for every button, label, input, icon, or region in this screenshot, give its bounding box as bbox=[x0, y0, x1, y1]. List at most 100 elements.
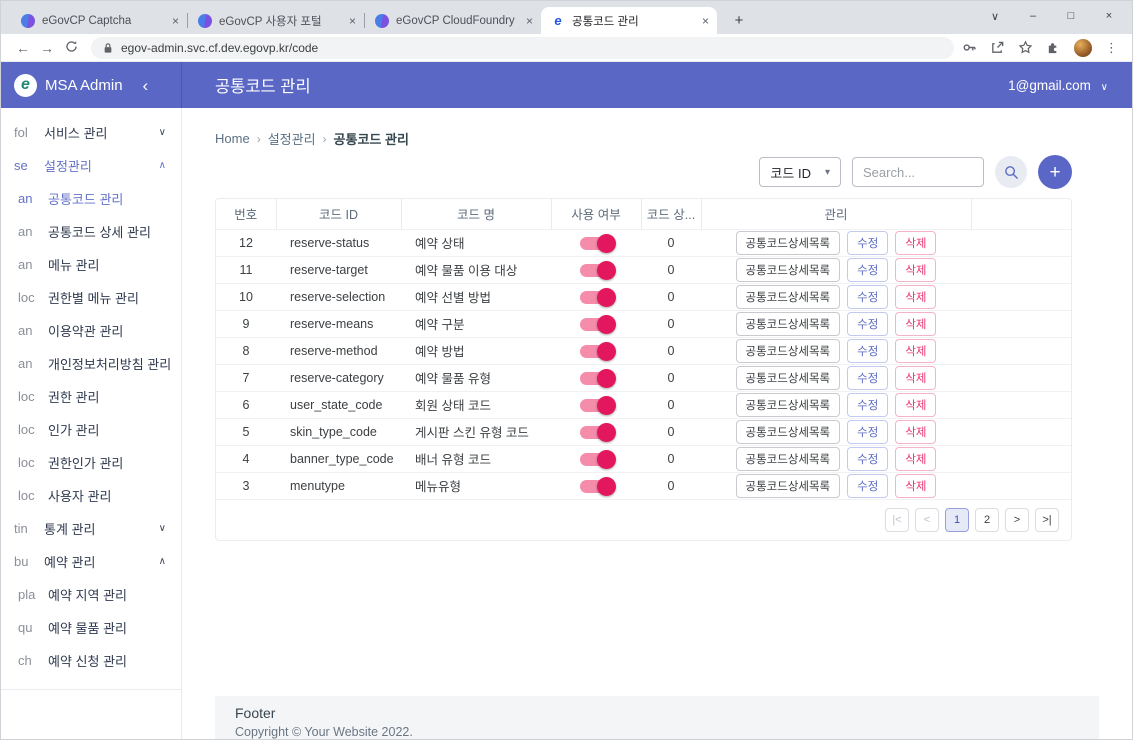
delete-button[interactable]: 삭제 bbox=[895, 366, 936, 390]
close-button[interactable]: × bbox=[1090, 10, 1128, 22]
sidebar-item-권한인가 관리[interactable]: loc권한인가 관리 bbox=[1, 446, 181, 479]
edit-button[interactable]: 수정 bbox=[847, 420, 888, 444]
cell-detail-count: 0 bbox=[641, 391, 701, 418]
use-toggle[interactable] bbox=[580, 372, 612, 385]
detail-list-button[interactable]: 공통코드상세목록 bbox=[736, 474, 841, 498]
page-2-button[interactable]: 2 bbox=[975, 508, 999, 532]
edit-button[interactable]: 수정 bbox=[847, 339, 888, 363]
detail-list-button[interactable]: 공통코드상세목록 bbox=[736, 231, 841, 255]
new-tab-button[interactable]: + bbox=[727, 12, 751, 29]
sidebar-item-통계 관리[interactable]: tin통계 관리∨ bbox=[1, 512, 181, 545]
sidebar-item-개인정보처리방침 관리[interactable]: an개인정보처리방침 관리 bbox=[1, 347, 181, 380]
use-toggle[interactable] bbox=[580, 318, 612, 331]
last-page-button[interactable]: >| bbox=[1035, 508, 1059, 532]
use-toggle[interactable] bbox=[580, 264, 612, 277]
breadcrumb-settings[interactable]: 설정관리 bbox=[268, 129, 316, 148]
sidebar-item-예약 물품 관리[interactable]: qu예약 물품 관리 bbox=[1, 611, 181, 644]
cell-code-name: 예약 물품 유형 bbox=[401, 364, 551, 391]
tab-close-icon[interactable]: × bbox=[702, 14, 709, 28]
use-toggle[interactable] bbox=[580, 291, 612, 304]
detail-list-button[interactable]: 공통코드상세목록 bbox=[736, 312, 841, 336]
user-menu[interactable]: 1@gmail.com ∨ bbox=[1008, 78, 1108, 93]
tab-close-icon[interactable]: × bbox=[349, 14, 356, 28]
edit-button[interactable]: 수정 bbox=[847, 393, 888, 417]
add-code-button[interactable]: + bbox=[1038, 155, 1072, 189]
code-table-card: 번호코드 ID코드 명사용 여부코드 상...관리 12reserve-stat… bbox=[215, 198, 1072, 541]
delete-button[interactable]: 삭제 bbox=[895, 339, 936, 363]
page-1-button[interactable]: 1 bbox=[945, 508, 969, 532]
sidebar-item-인가 관리[interactable]: loc인가 관리 bbox=[1, 413, 181, 446]
detail-list-button[interactable]: 공통코드상세목록 bbox=[736, 339, 841, 363]
delete-button[interactable]: 삭제 bbox=[895, 258, 936, 282]
detail-list-button[interactable]: 공통코드상세목록 bbox=[736, 258, 841, 282]
forward-icon[interactable]: → bbox=[35, 40, 59, 56]
edit-button[interactable]: 수정 bbox=[847, 312, 888, 336]
sidebar-item-이용약관 관리[interactable]: an이용약관 관리 bbox=[1, 314, 181, 347]
cell-code-name: 배너 유형 코드 bbox=[401, 445, 551, 472]
sidebar-item-권한 관리[interactable]: loc권한 관리 bbox=[1, 380, 181, 413]
cell-empty bbox=[971, 364, 1071, 391]
edit-button[interactable]: 수정 bbox=[847, 258, 888, 282]
address-pill[interactable]: egov-admin.svc.cf.dev.egovp.kr/code bbox=[91, 37, 954, 59]
delete-button[interactable]: 삭제 bbox=[895, 285, 936, 309]
use-toggle[interactable] bbox=[580, 399, 612, 412]
edit-button[interactable]: 수정 bbox=[847, 447, 888, 471]
profile-avatar[interactable] bbox=[1074, 39, 1092, 57]
sidebar-item-icon: fol bbox=[14, 125, 36, 140]
detail-list-button[interactable]: 공통코드상세목록 bbox=[736, 447, 841, 471]
sidebar-item-권한별 메뉴 관리[interactable]: loc권한별 메뉴 관리 bbox=[1, 281, 181, 314]
sidebar-item-메뉴 관리[interactable]: an메뉴 관리 bbox=[1, 248, 181, 281]
detail-list-button[interactable]: 공통코드상세목록 bbox=[736, 420, 841, 444]
use-toggle[interactable] bbox=[580, 345, 612, 358]
sidebar-item-사용자 관리[interactable]: loc사용자 관리 bbox=[1, 479, 181, 512]
search-field-select[interactable]: 코드 ID ▾ bbox=[759, 157, 841, 187]
detail-list-button[interactable]: 공통코드상세목록 bbox=[736, 285, 841, 309]
reload-icon[interactable] bbox=[59, 40, 83, 56]
use-toggle[interactable] bbox=[580, 453, 612, 466]
edit-button[interactable]: 수정 bbox=[847, 474, 888, 498]
delete-button[interactable]: 삭제 bbox=[895, 231, 936, 255]
browser-tab[interactable]: eGovCP 사용자 포털× bbox=[188, 7, 364, 34]
sidebar-item-예약 관리[interactable]: bu예약 관리∧ bbox=[1, 545, 181, 578]
edit-button[interactable]: 수정 bbox=[847, 366, 888, 390]
delete-button[interactable]: 삭제 bbox=[895, 393, 936, 417]
next-page-button[interactable]: > bbox=[1005, 508, 1029, 532]
detail-list-button[interactable]: 공통코드상세목록 bbox=[736, 366, 841, 390]
cell-code-id: reserve-category bbox=[276, 364, 401, 391]
detail-list-button[interactable]: 공통코드상세목록 bbox=[736, 393, 841, 417]
tab-close-icon[interactable]: × bbox=[172, 14, 179, 28]
tab-search-icon[interactable]: ∨ bbox=[976, 10, 1014, 23]
tab-close-icon[interactable]: × bbox=[526, 14, 533, 28]
sidebar-item-설정관리[interactable]: se설정관리∧ bbox=[1, 149, 181, 182]
search-button[interactable] bbox=[995, 156, 1027, 188]
edit-button[interactable]: 수정 bbox=[847, 231, 888, 255]
browser-tab[interactable]: eGovCP CloudFoundry× bbox=[365, 7, 541, 34]
sidebar-item-공통코드 관리[interactable]: an공통코드 관리 bbox=[1, 182, 181, 215]
use-toggle[interactable] bbox=[580, 480, 612, 493]
browser-menu-icon[interactable]: ⋮ bbox=[1105, 40, 1118, 56]
key-icon[interactable] bbox=[962, 40, 977, 55]
edit-button[interactable]: 수정 bbox=[847, 285, 888, 309]
use-toggle[interactable] bbox=[580, 237, 612, 250]
browser-tab[interactable]: eGovCP Captcha× bbox=[11, 7, 187, 34]
bookmark-star-icon[interactable] bbox=[1018, 40, 1033, 55]
delete-button[interactable]: 삭제 bbox=[895, 312, 936, 336]
delete-button[interactable]: 삭제 bbox=[895, 474, 936, 498]
extensions-puzzle-icon[interactable] bbox=[1046, 40, 1061, 55]
share-icon[interactable] bbox=[990, 40, 1005, 55]
delete-button[interactable]: 삭제 bbox=[895, 420, 936, 444]
sidebar-item-예약 신청 관리[interactable]: ch예약 신청 관리 bbox=[1, 644, 181, 677]
breadcrumb-home[interactable]: Home bbox=[215, 131, 250, 146]
maximize-button[interactable]: □ bbox=[1052, 10, 1090, 22]
search-input[interactable] bbox=[852, 157, 984, 187]
minimize-button[interactable]: – bbox=[1014, 10, 1052, 22]
sidebar-item-예약 지역 관리[interactable]: pla예약 지역 관리 bbox=[1, 578, 181, 611]
back-icon[interactable]: ← bbox=[11, 40, 35, 56]
browser-tab[interactable]: e공통코드 관리× bbox=[541, 7, 717, 34]
delete-button[interactable]: 삭제 bbox=[895, 447, 936, 471]
sidebar-item-공통코드 상세 관리[interactable]: an공통코드 상세 관리 bbox=[1, 215, 181, 248]
sidebar-item-서비스 관리[interactable]: fol서비스 관리∨ bbox=[1, 116, 181, 149]
use-toggle[interactable] bbox=[580, 426, 612, 439]
sidebar-collapse-icon[interactable]: ‹ bbox=[143, 77, 149, 94]
cell-empty bbox=[971, 337, 1071, 364]
